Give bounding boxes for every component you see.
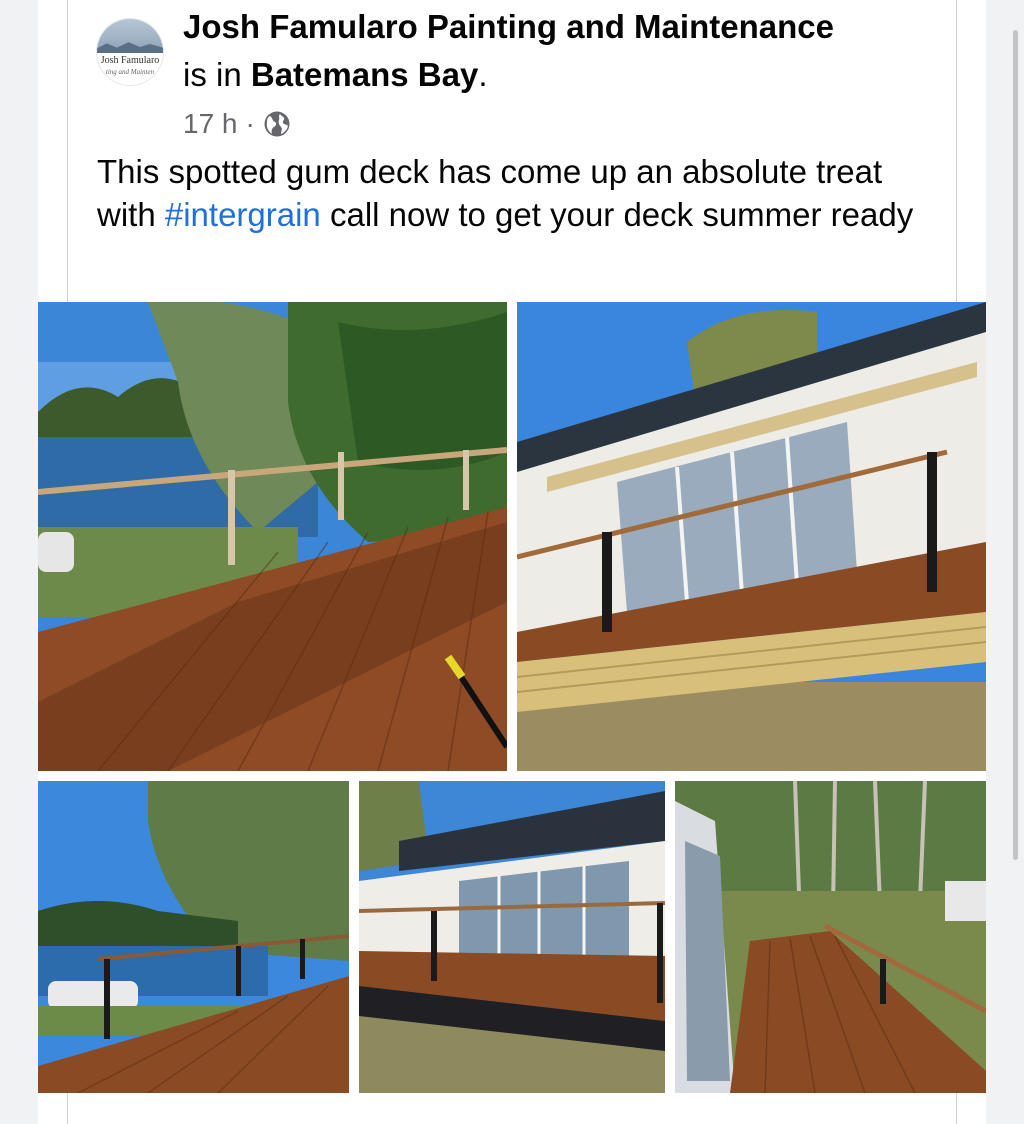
scrollbar[interactable] — [1013, 30, 1018, 860]
photo-deck-lake-car[interactable] — [38, 781, 349, 1093]
post-border-left — [67, 0, 68, 302]
post-border-right — [956, 0, 957, 302]
post-time[interactable]: 17 h — [183, 108, 238, 140]
photo-deck-lake-view[interactable] — [38, 302, 507, 771]
photo-house-deck-front[interactable] — [359, 781, 665, 1093]
globe-icon[interactable] — [263, 110, 291, 138]
post-text: This spotted gum deck has come up an abs… — [97, 150, 937, 236]
avatar-logo-subtext: ting and Mainten — [105, 68, 155, 76]
post-text-part2: call now to get your deck summer ready — [320, 196, 914, 233]
post-border-right-lower — [956, 1093, 957, 1124]
photo-house-deck[interactable] — [517, 302, 986, 771]
meta-separator: · — [245, 108, 255, 139]
post-border-left-lower — [67, 1093, 68, 1124]
post-meta: 17 h · — [183, 108, 291, 140]
checkin-line: is in Batemans Bay. — [183, 56, 487, 94]
avatar-logo-text: Josh Famularo — [100, 55, 160, 66]
hashtag-link[interactable]: #intergrain — [165, 196, 321, 233]
checkin-prefix: is in — [183, 56, 242, 93]
checkin-suffix: . — [478, 56, 488, 93]
page-name-link[interactable]: Josh Famularo Painting and Maintenance — [183, 8, 834, 46]
location-link[interactable]: Batemans Bay — [251, 56, 478, 93]
photo-deck-yard[interactable] — [675, 781, 986, 1093]
page-avatar[interactable]: Josh Famularo ting and Mainten — [96, 18, 164, 86]
